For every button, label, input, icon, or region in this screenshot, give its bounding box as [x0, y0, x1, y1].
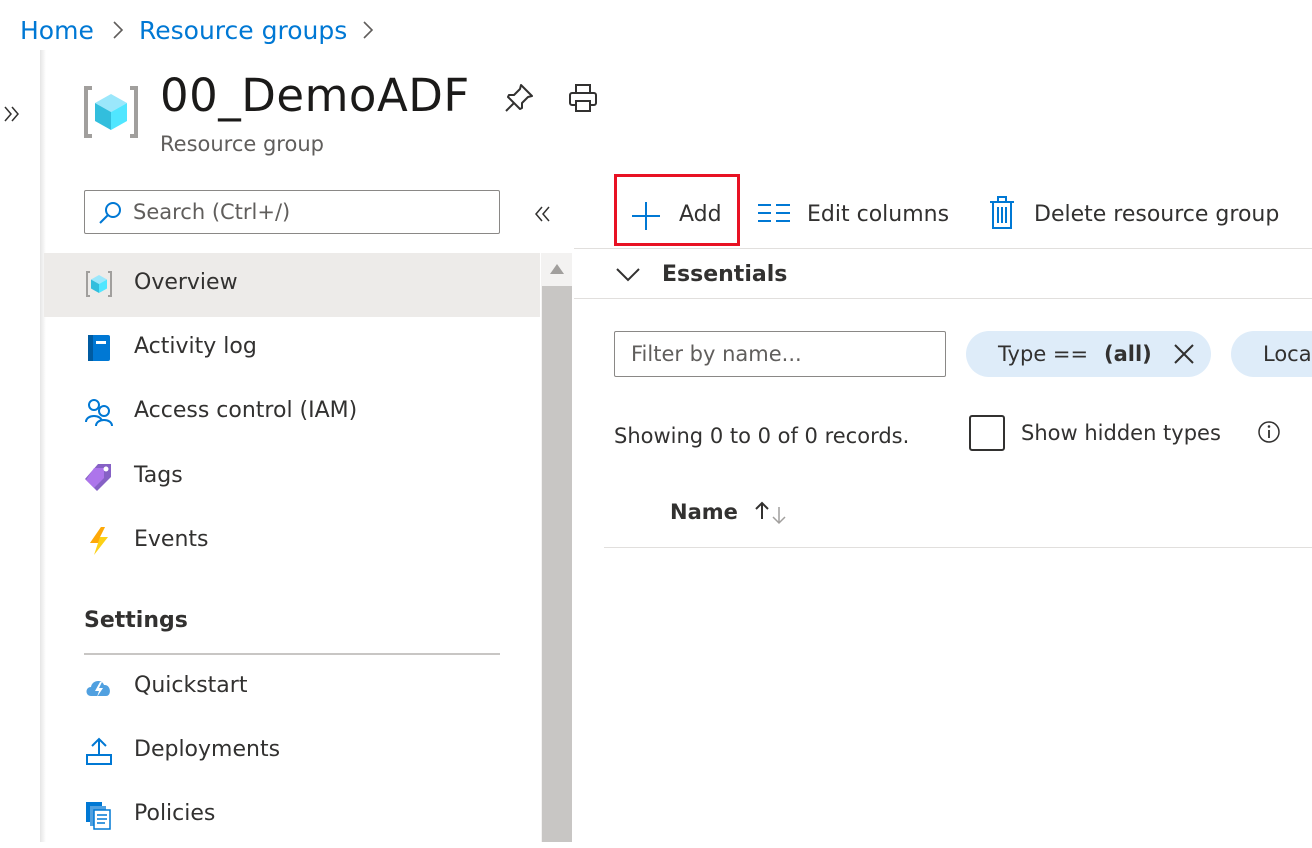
breadcrumb-home[interactable]: Home [20, 14, 94, 48]
cloud-lightning-icon [86, 681, 110, 697]
sidebar-item-label: Quickstart [134, 673, 248, 698]
tag-icon [85, 464, 111, 491]
chevron-right-icon [113, 21, 124, 39]
sidebar-item-events[interactable]: Events [44, 510, 540, 574]
sidebar-item-activity-log[interactable]: Activity log [44, 317, 540, 381]
sidebar-item-label: Access control (IAM) [134, 398, 358, 423]
info-icon[interactable] [1257, 420, 1281, 444]
sidebar-item-overview[interactable]: Overview [44, 253, 540, 317]
sidebar-item-label: Activity log [134, 334, 257, 359]
type-filter-value: (all) [1104, 342, 1152, 366]
expand-menu-icon[interactable] [2, 104, 24, 124]
delete-resource-group-label: Delete resource group [1034, 202, 1280, 227]
location-filter-label: Loca [1263, 342, 1312, 366]
sidebar-item-tags[interactable]: Tags [44, 446, 540, 510]
search-box[interactable] [84, 190, 500, 234]
trash-icon [990, 196, 1014, 229]
resource-group-icon [86, 271, 112, 297]
sort-arrows-icon[interactable] [752, 499, 790, 527]
sidebar-item-quickstart[interactable]: Quickstart [44, 656, 540, 720]
edit-columns-icon [758, 204, 790, 222]
sidebar-item-deployments[interactable]: Deployments [44, 720, 540, 784]
sidebar-item-label: Overview [134, 270, 238, 295]
show-hidden-types-label[interactable]: Show hidden types [1021, 418, 1221, 448]
sidebar-item-access-control[interactable]: Access control (IAM) [44, 381, 540, 445]
filter-by-name-input[interactable] [631, 339, 931, 369]
sidebar-item-label: Deployments [134, 737, 281, 762]
scroll-up-arrow-icon[interactable] [548, 262, 566, 276]
sidebar-scroll-thumb[interactable] [542, 286, 572, 842]
sidebar-item-label: Tags [134, 463, 183, 488]
type-filter-prefix: Type == [998, 342, 1095, 366]
divider [574, 298, 1312, 299]
chevron-down-icon[interactable] [614, 264, 642, 286]
sidebar-item-label: Events [134, 527, 209, 552]
lightning-icon [90, 527, 108, 555]
collapse-menu-icon[interactable] [532, 204, 554, 224]
location-filter-pill[interactable]: Loca [1231, 331, 1312, 377]
upload-icon [86, 737, 112, 765]
page-subtitle: Resource group [160, 132, 324, 156]
delete-resource-group-button[interactable]: Delete resource group [986, 190, 1306, 240]
divider [574, 248, 1312, 249]
close-icon[interactable] [1172, 342, 1196, 366]
show-hidden-types-checkbox[interactable] [969, 415, 1005, 451]
settings-heading: Settings [84, 608, 188, 633]
edit-columns-button[interactable]: Edit columns [756, 190, 961, 240]
breadcrumb-resource-groups[interactable]: Resource groups [139, 14, 347, 48]
pin-icon[interactable] [503, 82, 535, 114]
activity-log-icon [88, 335, 110, 361]
records-summary: Showing 0 to 0 of 0 records. [614, 424, 910, 448]
divider [604, 547, 1312, 548]
filter-box[interactable] [614, 331, 946, 377]
sidebar-item-policies[interactable]: Policies [44, 784, 540, 848]
chevron-right-icon [363, 21, 374, 39]
edit-columns-label: Edit columns [807, 202, 950, 227]
print-icon[interactable] [567, 82, 599, 114]
search-icon [99, 202, 121, 224]
search-input[interactable] [133, 197, 483, 227]
type-filter-pill[interactable]: Type == (all) [966, 331, 1211, 377]
divider [84, 653, 500, 655]
policy-documents-icon [86, 802, 111, 830]
essentials-toggle[interactable]: Essentials [662, 260, 787, 290]
add-button-highlight [614, 174, 740, 246]
sidebar-item-label: Policies [134, 801, 216, 826]
page-title: 00_DemoADF [160, 69, 470, 122]
column-header-name[interactable]: Name [670, 497, 738, 527]
resource-group-icon [84, 86, 138, 138]
people-icon [85, 399, 113, 427]
